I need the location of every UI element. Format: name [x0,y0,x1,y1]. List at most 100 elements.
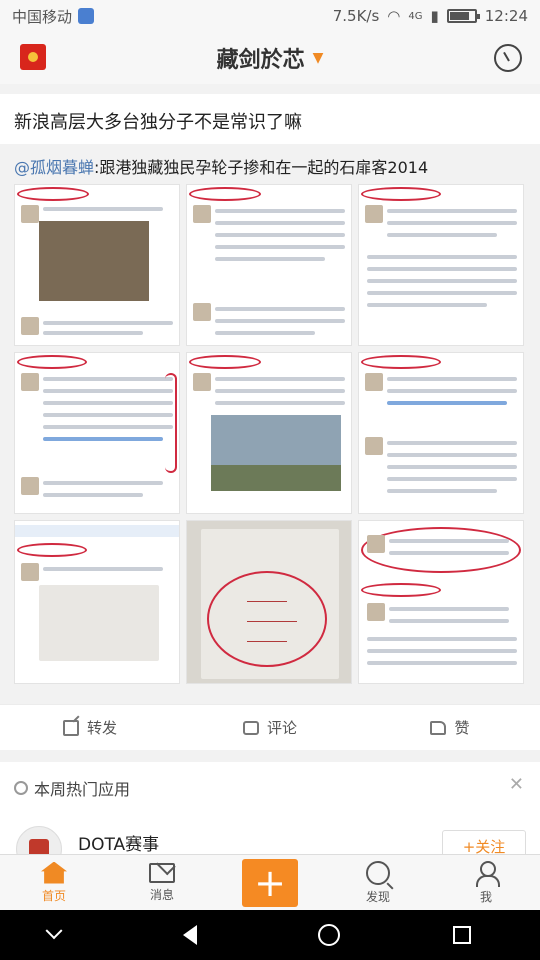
text-line [387,221,517,225]
annotation-circle [207,571,327,667]
ink-line [247,601,287,602]
text-line [43,331,143,335]
text-line [215,257,325,261]
text-line [43,413,173,417]
search-icon [366,860,390,885]
avatar [367,535,385,553]
text-line [43,481,163,485]
text-line [215,221,345,225]
comment-button[interactable]: 评论 [180,705,360,750]
chevron-down-icon [45,922,62,940]
text-line [387,233,497,237]
repost-mention[interactable]: @孤烟暮蝉 [14,158,94,177]
hot-apps-header: 本周热门应用 [14,776,130,800]
avatar [365,437,383,455]
text-line [387,389,517,393]
text-line [215,245,345,249]
text-line [387,453,517,457]
tab-discover-label: 发现 [365,889,390,904]
page-title[interactable]: 藏剑於芯 [217,42,305,74]
thumbs-up-icon [430,720,447,735]
like-label: 赞 [454,719,470,737]
person-icon [474,860,500,887]
text-line [215,389,345,393]
system-nav-bar [0,910,540,960]
app-name[interactable]: DOTA赛事 [78,830,159,855]
close-icon[interactable]: ✕ [509,774,524,795]
envelope-icon [149,862,175,883]
recents-square-icon [452,926,471,944]
status-bar: 中国移动 7.5K/s ◠ 4G ▮ 12:24 [0,0,540,32]
avatar [365,205,383,223]
chevron-down-icon[interactable]: ▼ [313,50,324,66]
image-tile[interactable] [14,184,180,346]
crowd-photo-ground [211,465,341,491]
share-icon [62,719,79,736]
text-line [215,209,345,213]
nav-recents-button[interactable] [452,926,493,944]
tab-home[interactable]: 首页 [0,855,108,910]
image-tile[interactable] [14,520,180,684]
repost-text: @孤烟暮蝉:跟港独藏独民孕轮子掺和在一起的石扉客2014 [14,154,428,178]
image-tile[interactable] [186,520,352,684]
nav-hide-button[interactable] [45,922,88,941]
tab-messages[interactable]: 消息 [108,855,216,910]
annotation-circle [361,583,441,597]
timer-icon[interactable] [494,44,522,72]
repost-button[interactable]: 转发 [0,705,180,750]
text-line [43,493,143,497]
avatar [193,205,211,223]
text-line [215,307,345,311]
action-bar: 转发 评论 赞 [0,704,540,750]
flag-icon[interactable] [20,44,46,70]
image-tile[interactable] [14,352,180,514]
text-line [387,209,517,213]
repost-block[interactable]: @孤烟暮蝉:跟港独藏独民孕轮子掺和在一起的石扉客2014 [0,144,540,704]
image-tile[interactable] [186,184,352,346]
text-line [367,649,517,653]
text-line [389,551,509,555]
text-line [367,291,517,295]
text-line [43,567,163,571]
text-line [215,401,345,405]
image-tile[interactable] [186,352,352,514]
repost-body: :跟港独藏独民孕轮子掺和在一起的石扉客2014 [94,158,429,177]
notification-icon [78,8,95,24]
back-triangle-icon [182,925,197,945]
text-line [387,465,517,469]
avatar [21,317,39,335]
hot-apps-card: 本周热门应用 ✕ DOTA赛事 +关注 [0,762,540,872]
tab-discover[interactable]: 发现 [324,855,432,910]
nav-home-button[interactable] [317,924,358,946]
text-line [43,377,173,381]
text-line [367,267,517,271]
avatar [365,373,383,391]
nav-back-button[interactable] [182,925,223,945]
carrier-label: 中国移动 [12,7,73,26]
avatar [193,303,211,321]
annotation-circle [361,527,521,573]
tab-compose[interactable]: + [216,855,324,910]
text-line [367,661,517,665]
compose-plus-button[interactable]: + [242,858,298,907]
text-line [387,377,517,381]
image-tile[interactable] [358,352,524,514]
ink-line [247,641,287,642]
network-type: 4G [408,10,423,22]
tab-strip [15,525,179,537]
weibo-card[interactable]: 新浪高层大多台独分子不是常识了嘛 @孤烟暮蝉:跟港独藏独民孕轮子掺和在一起的石扉… [0,94,540,704]
info-icon [14,781,28,795]
statue-photo [39,221,149,301]
repost-label: 转发 [86,719,117,737]
image-tile[interactable] [358,520,524,684]
like-button[interactable]: 赞 [360,705,540,750]
image-tile[interactable] [358,184,524,346]
annotation-circle [17,187,89,201]
clock: 12:24 [484,7,528,25]
comment-label: 评论 [266,719,297,737]
text-line [387,441,517,445]
ink-line [247,621,297,622]
tab-me[interactable]: 我 [432,855,540,910]
text-line [43,207,163,211]
title-bar: 藏剑於芯 ▼ [0,32,540,84]
